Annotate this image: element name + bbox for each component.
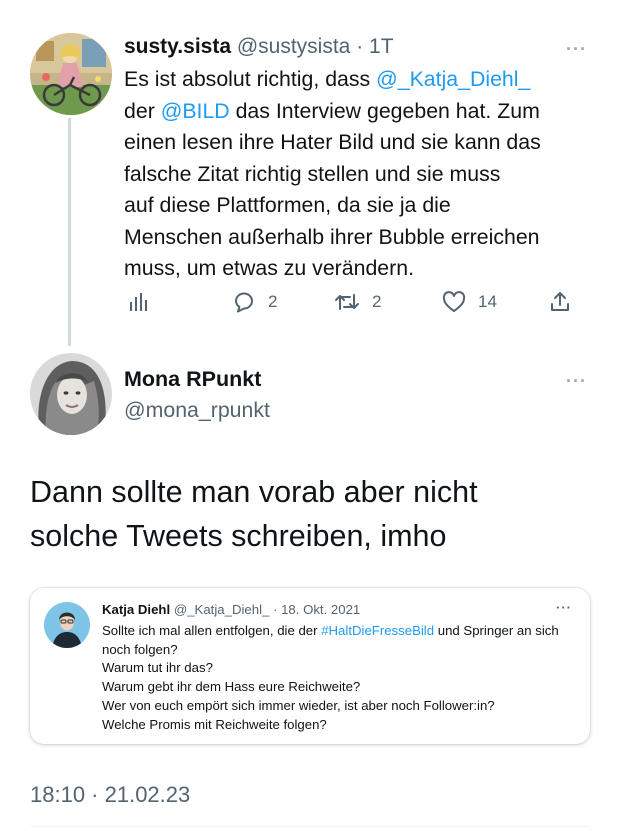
avatar-katja-diehl-image (44, 602, 90, 648)
quoted-tweet-line: Wer von euch empört sich immer wieder, i… (102, 697, 495, 713)
reply-time[interactable]: 1T (369, 35, 394, 58)
quoted-tweet-card[interactable]: Katja Diehl @_Katja_Diehl_ · 18. Okt. 20… (30, 588, 590, 744)
divider (30, 826, 590, 827)
quoted-tweet-line: Sollte ich mal allen entfolgen, die der … (102, 623, 559, 657)
quoted-tweet-line: Warum tut ihr das? (102, 660, 213, 676)
share-icon (551, 292, 569, 311)
main-tweet-line: solche Tweets schreiben, imho (30, 519, 447, 553)
reply-author-name[interactable]: susty.sista (124, 35, 231, 58)
quoted-tweet-text: Sollte ich mal allen entfolgen, die der … (102, 622, 574, 734)
mention-katja-diehl-link[interactable]: @_Katja_Diehl_ (376, 67, 530, 91)
reply-tweet-header: susty.sista @sustysista · 1T (124, 35, 394, 59)
quoted-separator: · (273, 602, 278, 617)
avatar-mona-rpunkt-image (30, 353, 112, 435)
quoted-more-options-button[interactable]: ··· (556, 601, 572, 614)
avatar-susty-sista[interactable] (30, 33, 112, 115)
retweet-button[interactable]: 2 (334, 287, 381, 317)
quoted-date[interactable]: 18. Okt. 2021 (281, 602, 360, 617)
like-button[interactable]: 14 (442, 287, 497, 317)
hashtag-haltdiefressebild-link[interactable]: #HaltDieFresseBild (321, 623, 434, 638)
reply-text-segment: Es ist absolut richtig, dass (124, 67, 377, 91)
reply-icon (235, 292, 253, 313)
quoted-tweet-line: Welche Promis mit Reichweite folgen? (102, 716, 327, 732)
like-count: 14 (478, 292, 497, 311)
analytics-button[interactable] (128, 287, 150, 317)
quoted-tweet-line: Warum gebt ihr dem Hass eure Reichweite? (102, 679, 361, 695)
reply-action-bar: 2 2 14 (124, 287, 584, 317)
share-button[interactable] (548, 287, 572, 317)
reply-separator: · (356, 35, 364, 58)
reply-text-segment: das Interview gegeben hat. Zum einen lese… (124, 98, 541, 281)
reply-button[interactable]: 2 (232, 287, 277, 317)
main-author-name[interactable]: Mona RPunkt (124, 367, 261, 392)
quoted-author-name[interactable]: Katja Diehl (102, 602, 170, 617)
avatar-susty-sista-image (30, 33, 112, 115)
quoted-tweet-header: Katja Diehl @_Katja_Diehl_ · 18. Okt. 20… (102, 602, 360, 617)
reply-tweet-text: Es ist absolut richtig, dass @_Katja_Die… (124, 64, 604, 285)
mention-bild-link[interactable]: @BILD (161, 99, 230, 123)
retweet-count: 2 (372, 292, 382, 311)
like-icon (442, 291, 466, 312)
quoted-author-handle[interactable]: @_Katja_Diehl_ (174, 602, 270, 617)
avatar-katja-diehl[interactable] (44, 602, 90, 648)
main-author-handle[interactable]: @mona_rpunkt (124, 398, 270, 423)
analytics-icon (130, 293, 147, 311)
reply-count: 2 (268, 292, 278, 311)
main-tweet-text: Dann sollte man vorab aber nicht solche … (30, 470, 600, 558)
reply-more-options-button[interactable]: ··· (566, 40, 587, 58)
thread-connector-line (68, 118, 71, 346)
reply-text-segment: der (124, 98, 161, 123)
tweet-timestamp[interactable]: 18:10 · 21.02.23 (30, 782, 190, 808)
main-tweet-line: Dann sollte man vorab aber nicht (30, 475, 478, 509)
main-more-options-button[interactable]: ··· (566, 372, 587, 390)
avatar-mona-rpunkt[interactable] (30, 353, 112, 435)
reply-author-handle[interactable]: @sustysista (237, 35, 351, 58)
retweet-icon (335, 294, 359, 310)
